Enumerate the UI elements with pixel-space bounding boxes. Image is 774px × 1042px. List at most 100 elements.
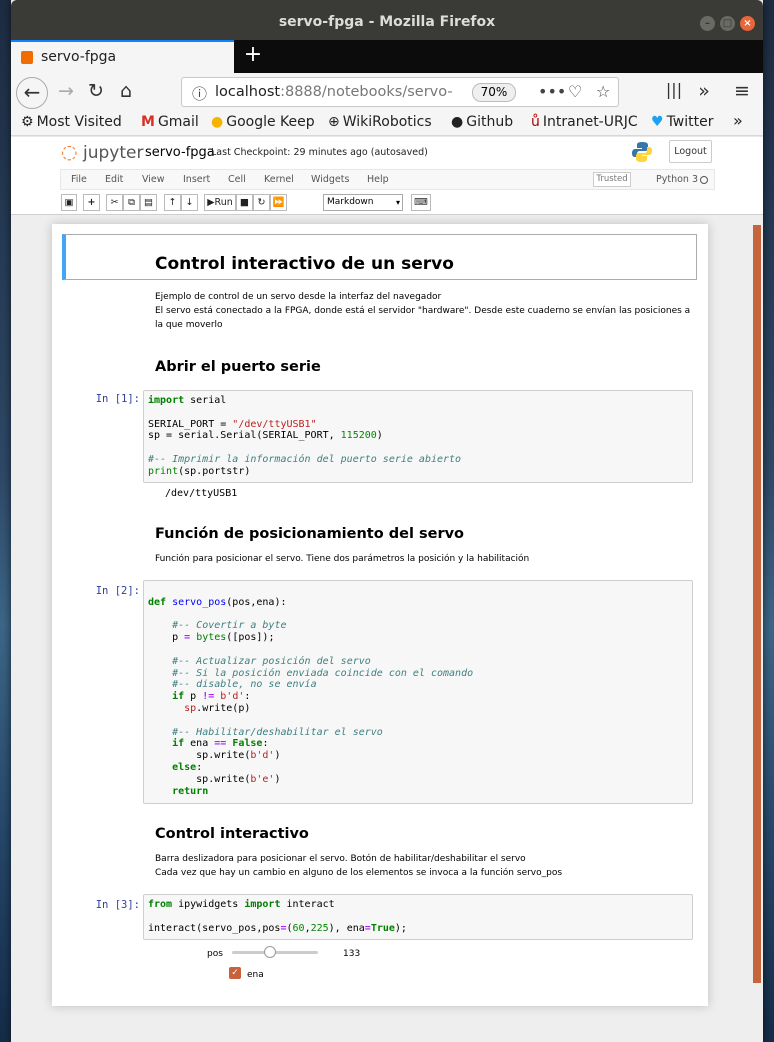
run-icon: ▶ [207,197,215,208]
code-cell-1[interactable]: import serial SERIAL_PORT = "/dev/ttyUSB… [143,390,693,483]
save-icon[interactable]: ▣ [61,194,77,211]
gear-icon: ⚙ [21,114,34,130]
bookmark-gmail[interactable]: M Gmail [141,114,199,130]
move-up-icon[interactable]: ↑ [164,194,181,211]
checkbox-label: ena [247,970,264,980]
input-prompt: In [3]: [95,899,140,911]
minimize-icon[interactable]: – [700,16,715,31]
insert-cell-icon[interactable]: + [83,194,100,211]
code-cell-3[interactable]: from ipywidgets import interact interact… [143,894,693,940]
reload-icon[interactable]: ↻ [83,80,109,102]
notebook-favicon-icon [21,51,33,64]
bookmark-github[interactable]: ● Github [451,114,513,130]
bookmark-most-visited[interactable]: ⚙ Most Visited [21,114,122,130]
globe-icon: ⊕ [328,114,340,130]
info-icon[interactable]: ⓘ [192,83,207,104]
move-down-icon[interactable]: ↓ [181,194,198,211]
input-prompt: In [2]: [95,585,140,597]
url-bar[interactable]: ⓘ localhost:8888/notebooks/servo- 70% ••… [181,77,619,107]
keyboard-icon[interactable]: ⌨ [411,194,431,211]
page-actions-icon[interactable]: ••• [538,82,566,101]
pos-slider[interactable] [232,946,318,958]
menu-widgets[interactable]: Widgets [311,174,349,185]
interactive-description: Barra deslizadora para posicionar el ser… [155,854,563,878]
github-icon: ● [451,114,464,130]
jupyter-header: ◌ jupyter servo-fpga Last Checkpoint: 29… [11,137,763,215]
zoom-level[interactable]: 70% [472,83,516,102]
notebook-container: Control interactivo de un servo Ejemplo … [52,224,708,1006]
kernel-idle-icon [700,176,708,184]
python-logo-icon [632,142,652,162]
run-button[interactable]: ▶Run [204,194,236,211]
notebook-menubar: File Edit View Insert Cell Kernel Widget… [60,169,715,190]
firefox-window: servo-fpga - Mozilla Firefox – □ × servo… [11,0,763,1042]
checkpoint-status: Last Checkpoint: 29 minutes ago (autosav… [211,147,428,158]
bookmark-google-keep[interactable]: ● Google Keep [211,114,315,130]
notebook-name[interactable]: servo-fpga [145,145,215,160]
maximize-icon[interactable]: □ [720,16,735,31]
forward-icon[interactable]: → [53,80,79,102]
window-title: servo-fpga - Mozilla Firefox [278,14,496,30]
urjc-icon: ů [531,114,540,130]
menu-edit[interactable]: Edit [105,174,123,185]
overflow-chevron-icon[interactable]: » [691,80,717,102]
slider-label: pos [207,949,223,959]
url-path: :8888/notebooks/servo- [280,84,453,100]
ena-checkbox[interactable]: ✓ [229,967,241,979]
cell-type-select[interactable]: Markdown ▾ [323,194,403,211]
cut-icon[interactable]: ✂ [106,194,123,211]
new-tab-icon[interactable]: + [241,42,265,67]
bookmark-twitter[interactable]: ♥ Twitter [651,114,713,130]
intro-text: Ejemplo de control de un servo desde la … [155,292,691,330]
slider-value: 133 [343,949,361,959]
back-icon[interactable]: ← [16,77,48,109]
window-titlebar: servo-fpga - Mozilla Firefox – □ × [11,0,763,40]
bookmark-intranet-urjc[interactable]: ů Intranet-URJC [531,114,638,130]
heading-serial: Abrir el puerto serie [155,359,321,375]
bookmark-wikirobotics[interactable]: ⊕ WikiRobotics [328,114,432,130]
scrollbar[interactable] [753,225,761,983]
function-description: Función para posicionar el servo. Tiene … [155,554,530,564]
notebook-title: Control interactivo de un servo [155,254,454,274]
menu-view[interactable]: View [142,174,165,185]
close-icon[interactable]: × [740,16,755,31]
jupyter-logo-icon: ◌ [61,141,78,163]
nav-toolbar: ← → ↻ ⌂ ⓘ localhost:8888/notebooks/servo… [11,73,763,111]
menu-kernel[interactable]: Kernel [264,174,294,185]
input-prompt: In [1]: [95,393,140,405]
heading-function: Función de posicionamiento del servo [155,526,465,542]
kernel-name: Python 3 [656,174,698,185]
restart-icon[interactable]: ↻ [253,194,270,211]
heading-interactive: Control interactivo [155,826,309,842]
home-icon[interactable]: ⌂ [113,80,139,102]
paste-icon[interactable]: ▤ [140,194,157,211]
menu-file[interactable]: File [71,174,87,185]
stop-icon[interactable]: ■ [236,194,253,211]
chevron-down-icon: ▾ [395,198,400,207]
trusted-badge[interactable]: Trusted [593,172,631,187]
fast-forward-icon[interactable]: ⏩ [270,194,287,211]
bookmark-star-icon[interactable]: ☆ [596,82,610,101]
tab-strip: servo-fpga + [11,40,763,73]
keep-icon: ● [211,114,224,130]
jupyter-page: ◌ jupyter servo-fpga Last Checkpoint: 29… [11,137,763,1042]
logout-button[interactable]: Logout [669,140,712,163]
twitter-icon: ♥ [651,114,664,130]
copy-icon[interactable]: ⧉ [123,194,140,211]
code-cell-2[interactable]: def servo_pos(pos,ena): #-- Covertir a b… [143,580,693,804]
menu-help[interactable]: Help [367,174,389,185]
library-icon[interactable]: ||| [661,80,687,99]
bookmarks-overflow-icon[interactable]: » [733,111,743,130]
bookmarks-toolbar: ⚙ Most Visited M Gmail ● Google Keep ⊕ WikiR… [11,111,763,136]
slider-handle[interactable] [263,946,276,958]
jupyter-logo[interactable]: ◌ jupyter [61,141,143,163]
hamburger-menu-icon[interactable]: ≡ [729,80,755,102]
pocket-icon[interactable]: ♡ [568,82,582,101]
menu-insert[interactable]: Insert [183,174,210,185]
url-text[interactable]: localhost:8888/notebooks/servo- [215,84,465,100]
menu-cell[interactable]: Cell [228,174,246,185]
tab-servo-fpga[interactable]: servo-fpga [11,40,234,73]
url-host: localhost [215,84,281,100]
tab-label: servo-fpga [41,49,117,65]
gmail-icon: M [141,114,155,130]
